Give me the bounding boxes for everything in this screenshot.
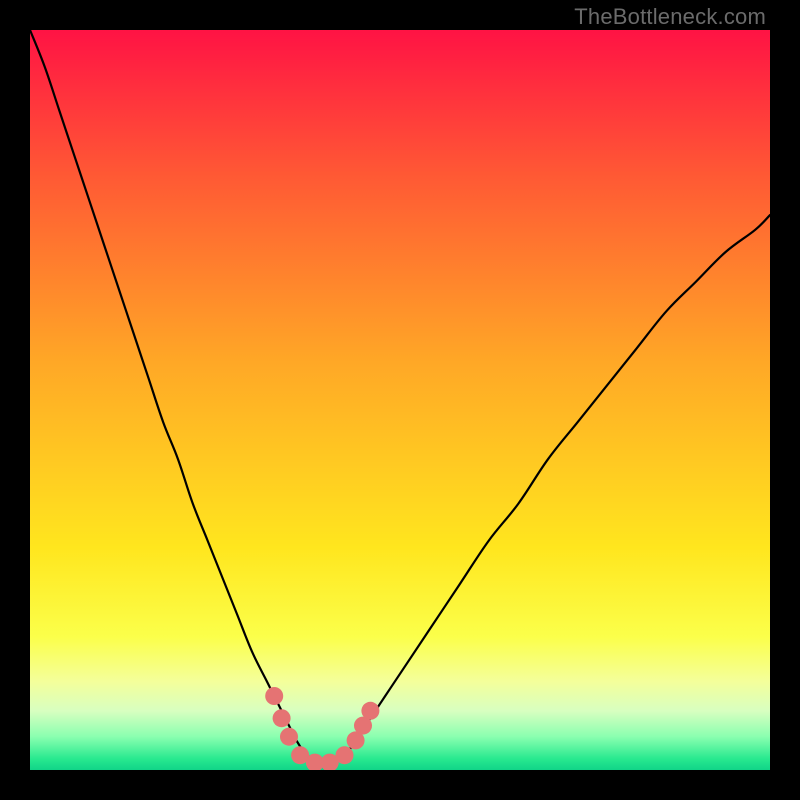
watermark-text: TheBottleneck.com — [574, 4, 766, 30]
bottleneck-curve — [30, 30, 770, 763]
trough-markers — [265, 687, 379, 770]
trough-marker — [280, 728, 298, 746]
trough-marker — [273, 709, 291, 727]
plot-area — [30, 30, 770, 770]
chart-container: TheBottleneck.com — [0, 0, 800, 800]
trough-marker — [265, 687, 283, 705]
trough-marker — [336, 746, 354, 764]
trough-marker — [361, 702, 379, 720]
curve-layer — [30, 30, 770, 770]
